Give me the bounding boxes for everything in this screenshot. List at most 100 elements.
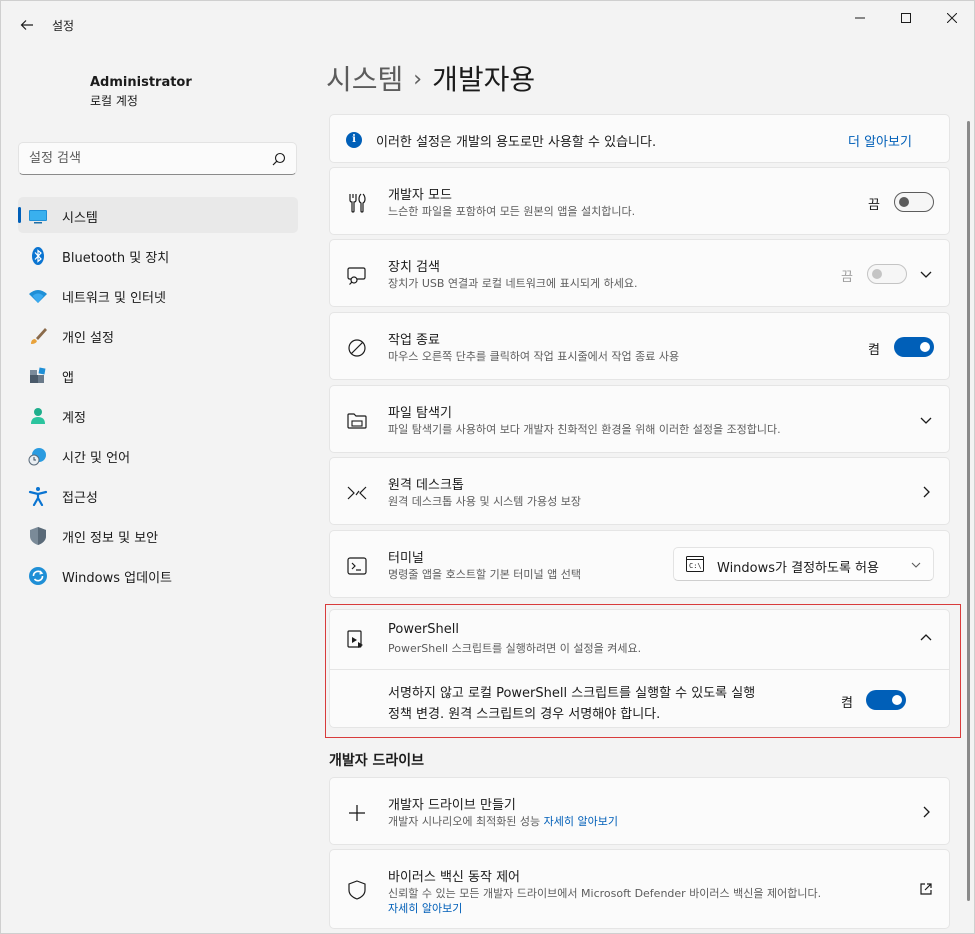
toggle-knob <box>899 197 909 207</box>
sidebar-item-label: 시간 및 언어 <box>62 451 131 466</box>
end-task-toggle[interactable] <box>894 337 934 357</box>
setting-title: 작업 종료 <box>388 333 440 348</box>
globe-clock-icon <box>28 448 46 466</box>
setting-terminal: 터미널 명령줄 앱을 호스트할 기본 터미널 앱 선택 C:\ Windows가… <box>329 530 950 598</box>
chevron-down-icon <box>911 562 921 568</box>
powershell-toggle[interactable] <box>866 690 906 710</box>
breadcrumb-parent[interactable]: 시스템 <box>326 63 403 96</box>
app-title: 설정 <box>52 19 75 33</box>
setting-title: 파일 탐색기 <box>388 406 452 421</box>
sidebar-item-apps[interactable]: 앱 <box>18 357 298 393</box>
sidebar-item-label: 개인 정보 및 보안 <box>62 531 159 546</box>
sidebar-item-accounts[interactable]: 계정 <box>18 397 298 433</box>
sidebar-item-windows-update[interactable]: Windows 업데이트 <box>18 557 298 593</box>
setting-powershell: PowerShell PowerShell 스크립트를 실행하려면 이 설정을 … <box>329 609 950 728</box>
setting-subtitle: 마우스 오른쪽 단추를 클릭하여 작업 표시줄에서 작업 종료 사용 <box>388 350 680 363</box>
sidebar-item-label: 앱 <box>62 371 74 386</box>
sidebar-item-label: 계정 <box>62 411 86 426</box>
minimize-icon <box>855 17 865 19</box>
powershell-execution-policy-text: 서명하지 않고 로컬 PowerShell 스크립트를 실행할 수 있도록 실행… <box>388 683 828 725</box>
back-arrow-icon <box>20 20 33 30</box>
sidebar-item-label: Bluetooth 및 장치 <box>62 251 170 266</box>
command-prompt-icon: C:\ <box>686 556 704 572</box>
setting-title: 바이러스 백신 동작 제어 <box>388 870 520 885</box>
active-indicator <box>18 207 21 223</box>
back-button[interactable] <box>13 11 41 39</box>
shield-icon <box>30 527 46 545</box>
divider <box>330 669 949 670</box>
setting-remote-desktop[interactable]: 원격 데스크톱 원격 데스크톱 사용 및 시스템 가용성 보장 <box>329 457 950 525</box>
toggle-knob <box>892 695 902 705</box>
info-text: 이러한 설정은 개발의 용도로만 사용할 수 있습니다. <box>376 135 657 150</box>
chevron-down-icon[interactable] <box>919 267 933 281</box>
detail-line: 정책 변경. 원격 스크립트의 경우 서명해야 합니다. <box>388 707 661 722</box>
chevron-up-icon[interactable] <box>919 631 933 645</box>
sidebar-item-privacy-security[interactable]: 개인 정보 및 보안 <box>18 517 298 553</box>
setting-title: 개발자 드라이브 만들기 <box>388 798 516 813</box>
chevron-right-icon[interactable] <box>919 485 933 499</box>
info-icon: i <box>346 132 362 148</box>
search-box[interactable] <box>18 142 297 175</box>
sidebar-item-label: 네트워크 및 인터넷 <box>62 291 166 306</box>
powershell-icon <box>347 630 363 648</box>
minimize-button[interactable] <box>837 1 883 35</box>
subtitle-text: 개발자 시나리오에 최적화된 성능 <box>388 815 541 828</box>
setting-subtitle: 개발자 시나리오에 최적화된 성능 자세히 알아보기 <box>388 813 618 829</box>
update-icon <box>29 567 47 585</box>
wifi-icon <box>29 290 47 303</box>
sidebar-item-system[interactable]: 시스템 <box>18 197 298 233</box>
search-icon[interactable] <box>272 152 286 166</box>
setting-subtitle: 느슨한 파일을 포함하여 모든 원본의 앱을 설치합니다. <box>388 205 636 218</box>
developer-mode-toggle[interactable] <box>894 192 934 212</box>
setting-title: 장치 검색 <box>388 260 440 275</box>
device-discovery-toggle[interactable] <box>867 264 907 284</box>
sidebar-item-label: 접근성 <box>62 491 98 506</box>
learn-more-link[interactable]: 더 알아보기 <box>848 131 912 150</box>
maximize-button[interactable] <box>883 1 929 35</box>
default-terminal-select[interactable]: C:\ Windows가 결정하도록 허용 <box>673 547 934 581</box>
scrollbar[interactable] <box>967 121 970 901</box>
setting-subtitle: 파일 탐색기를 사용하여 보다 개발자 친화적인 환경을 위해 이러한 설정을 … <box>388 423 781 436</box>
breadcrumb: 시스템 › 개발자용 <box>326 58 535 98</box>
setting-end-task: 작업 종료 마우스 오른쪽 단추를 클릭하여 작업 표시줄에서 작업 종료 사용… <box>329 312 950 380</box>
select-value: Windows가 결정하도록 허용 <box>717 561 879 576</box>
profile-account-type: 로컬 계정 <box>90 94 138 108</box>
toggle-state-label: 끔 <box>868 198 880 213</box>
search-input[interactable] <box>29 151 249 166</box>
terminal-icon <box>347 557 367 575</box>
learn-more-link[interactable]: 자세히 알아보기 <box>544 815 618 828</box>
setting-file-explorer[interactable]: 파일 탐색기 파일 탐색기를 사용하여 보다 개발자 친화적인 환경을 위해 이… <box>329 385 950 453</box>
bluetooth-icon <box>32 247 44 265</box>
toggle-state-label: 켬 <box>868 343 880 358</box>
device-search-icon <box>347 267 366 285</box>
learn-more-link[interactable]: 자세히 알아보기 <box>388 900 462 916</box>
chevron-right-icon[interactable] <box>919 805 933 819</box>
external-link-icon[interactable] <box>919 882 933 896</box>
prohibited-icon <box>348 339 366 357</box>
sidebar-item-bluetooth[interactable]: Bluetooth 및 장치 <box>18 237 298 273</box>
setting-title: 터미널 <box>388 551 424 566</box>
title-bar: 설정 <box>1 1 975 49</box>
sidebar-item-time-language[interactable]: 시간 및 언어 <box>18 437 298 473</box>
toggle-knob <box>920 342 930 352</box>
setting-device-discovery[interactable]: 장치 검색 장치가 USB 연결과 로컬 네트워크에 표시되게 하세요. 끔 <box>329 239 950 307</box>
page-title: 개발자용 <box>432 63 536 96</box>
setting-antivirus-behavior[interactable]: 바이러스 백신 동작 제어 신뢰할 수 있는 모든 개발자 드라이브에서 Mic… <box>329 849 950 929</box>
setting-subtitle: PowerShell 스크립트를 실행하려면 이 설정을 켜세요. <box>388 642 642 655</box>
setting-developer-mode: 개발자 모드 느슨한 파일을 포함하여 모든 원본의 앱을 설치합니다. 끔 <box>329 167 950 235</box>
setting-create-dev-drive[interactable]: 개발자 드라이브 만들기 개발자 시나리오에 최적화된 성능 자세히 알아보기 <box>329 777 950 845</box>
sidebar-item-label: 개인 설정 <box>62 331 114 346</box>
apps-icon <box>30 367 46 383</box>
toggle-state-label: 끔 <box>841 270 853 285</box>
setting-subtitle: 원격 데스크톱 사용 및 시스템 가용성 보장 <box>388 495 582 508</box>
close-button[interactable] <box>929 1 975 35</box>
chevron-down-icon[interactable] <box>919 413 933 427</box>
sidebar-item-accessibility[interactable]: 접근성 <box>18 477 298 513</box>
sidebar-item-personalization[interactable]: 개인 설정 <box>18 317 298 353</box>
setting-title: PowerShell <box>388 622 460 637</box>
profile-name: Administrator <box>90 75 192 90</box>
accessibility-icon <box>28 487 48 506</box>
sidebar-item-label: 시스템 <box>62 211 98 226</box>
developer-tools-icon <box>349 193 366 213</box>
sidebar-item-network[interactable]: 네트워크 및 인터넷 <box>18 277 298 313</box>
